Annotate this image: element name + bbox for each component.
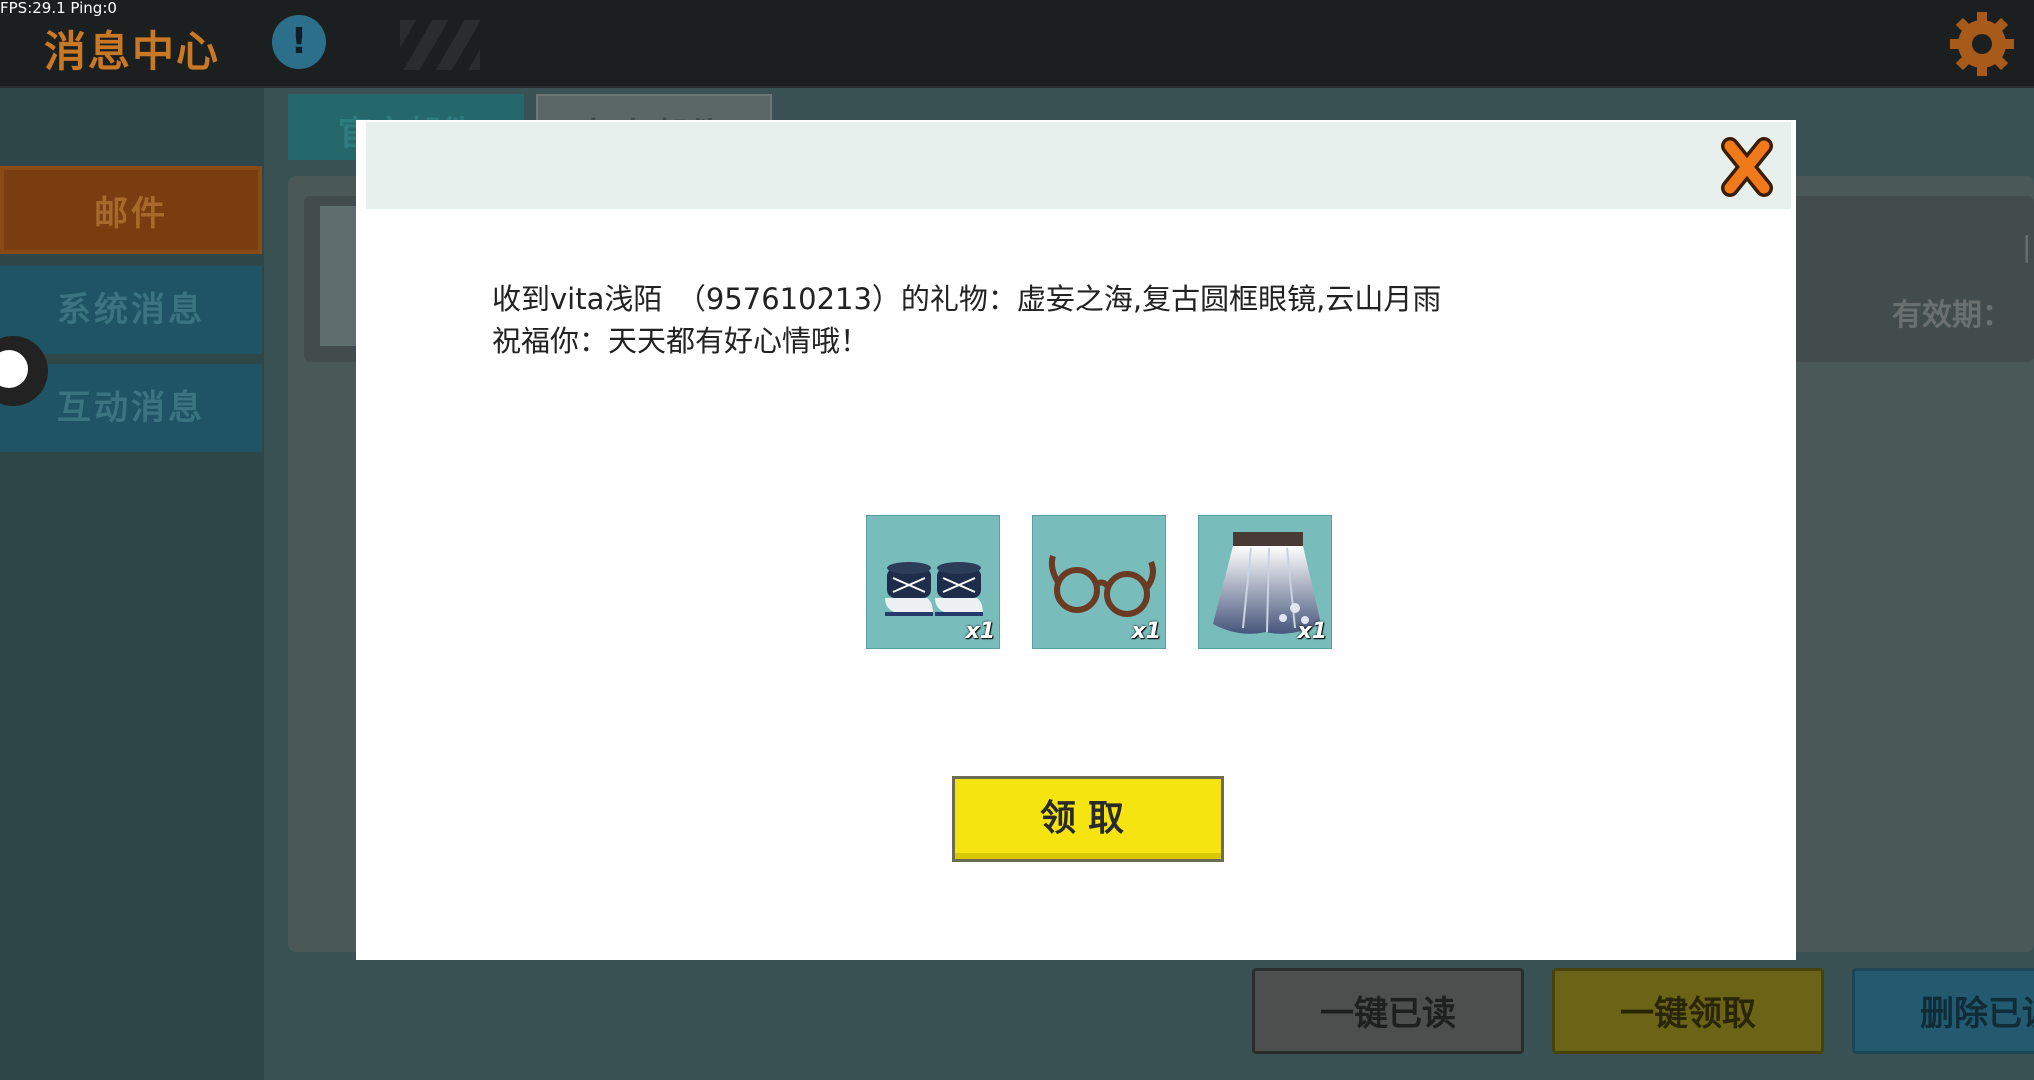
gift-message-line-1: 收到vita浅陌 （957610213）的礼物：虚妄之海,复古圆框眼镜,云山月雨 bbox=[492, 282, 1442, 316]
info-icon[interactable]: ! bbox=[272, 15, 326, 69]
delete-read-button[interactable]: 删除已读 bbox=[1852, 968, 2034, 1054]
dialog-header bbox=[366, 122, 1791, 209]
gear-icon[interactable] bbox=[1946, 8, 2018, 80]
sidebar-item-mail[interactable]: 邮件 bbox=[0, 166, 262, 254]
mark-all-read-button[interactable]: 一键已读 bbox=[1252, 968, 1524, 1054]
header-stripe-decoration bbox=[400, 20, 480, 70]
close-icon[interactable] bbox=[1718, 134, 1776, 200]
gift-item-skirt[interactable]: x1 bbox=[1198, 515, 1332, 649]
claim-all-button[interactable]: 一键领取 bbox=[1552, 968, 1824, 1054]
mail-right-fragment: | bbox=[2022, 230, 2032, 263]
claim-button[interactable]: 领取 bbox=[952, 776, 1224, 862]
gift-item-sneakers[interactable]: x1 bbox=[866, 515, 1000, 649]
sidebar-item-system-messages[interactable]: 系统消息 bbox=[0, 266, 262, 354]
item-quantity: x1 bbox=[1297, 619, 1328, 644]
page-title: 消息中心 bbox=[44, 27, 221, 76]
item-quantity: x1 bbox=[1131, 619, 1162, 644]
item-quantity: x1 bbox=[965, 619, 996, 644]
gift-message-line-2: 祝福你：天天都有好心情哦！ bbox=[492, 324, 870, 358]
fps-readout: FPS:29.1 Ping:0 bbox=[0, 0, 117, 17]
gift-item-round-glasses[interactable]: x1 bbox=[1032, 515, 1166, 649]
mail-expire-label: 有效期： bbox=[1892, 298, 2012, 333]
